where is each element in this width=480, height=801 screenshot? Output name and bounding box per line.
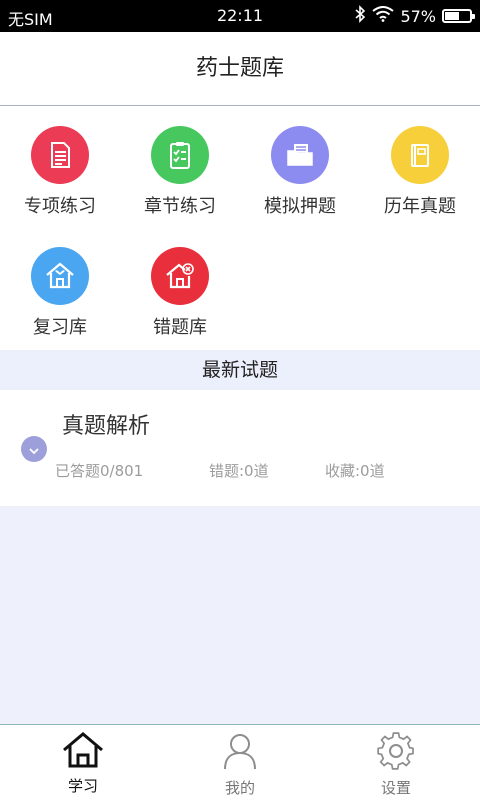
answered-count: 已答题0/801 [55,462,144,480]
category-grid: 专项练习 章节练习 模拟押题 历年真题 复习库 错题库 [0,106,480,350]
home-x-icon [151,247,209,305]
category-label: 历年真题 [384,196,456,217]
tab-settings[interactable]: 设置 [316,731,476,798]
category-label: 专项练习 [24,196,96,217]
tab-label: 设置 [380,779,411,797]
chevron-down-icon [28,440,40,459]
category-mock-exam[interactable]: 模拟押题 [240,126,360,218]
gear-icon [375,732,417,775]
tab-label: 学习 [67,777,98,795]
expand-button[interactable] [21,436,47,462]
folder-document-icon [271,126,329,184]
status-bar: 无SIM 22:11 57% [0,0,480,32]
category-label: 错题库 [153,317,207,338]
favorites-count: 收藏:0道 [325,462,385,480]
category-label: 章节练习 [144,196,216,217]
book-icon [391,126,449,184]
battery-percent: 57% [400,6,436,26]
document-icon [31,126,89,184]
tab-mine[interactable]: 我的 [160,731,320,798]
wifi-icon [372,6,395,26]
tab-label: 我的 [224,779,255,797]
wrong-count: 错题:0道 [209,462,269,480]
tab-bar: 学习 我的 设置 [0,724,480,801]
home-icon [61,732,105,773]
battery-icon [442,9,475,23]
section-title: 最新试题 [0,350,480,390]
home-heart-icon [31,247,89,305]
category-past-exams[interactable]: 历年真题 [360,126,480,218]
category-review-bank[interactable]: 复习库 [0,247,120,339]
clipboard-checklist-icon [151,126,209,184]
page-title: 药士题库 [0,32,480,106]
category-special-practice[interactable]: 专项练习 [0,126,120,218]
category-label: 复习库 [33,317,87,338]
person-icon [220,734,260,775]
exam-card[interactable]: 真题解析 已答题0/801 错题:0道 收藏:0道 [0,390,480,506]
category-label: 模拟押题 [264,196,336,217]
bluetooth-icon [354,5,366,27]
tab-study[interactable]: 学习 [3,731,163,796]
category-wrong-bank[interactable]: 错题库 [120,247,240,339]
card-title: 真题解析 [62,414,151,439]
category-chapter-practice[interactable]: 章节练习 [120,126,240,218]
